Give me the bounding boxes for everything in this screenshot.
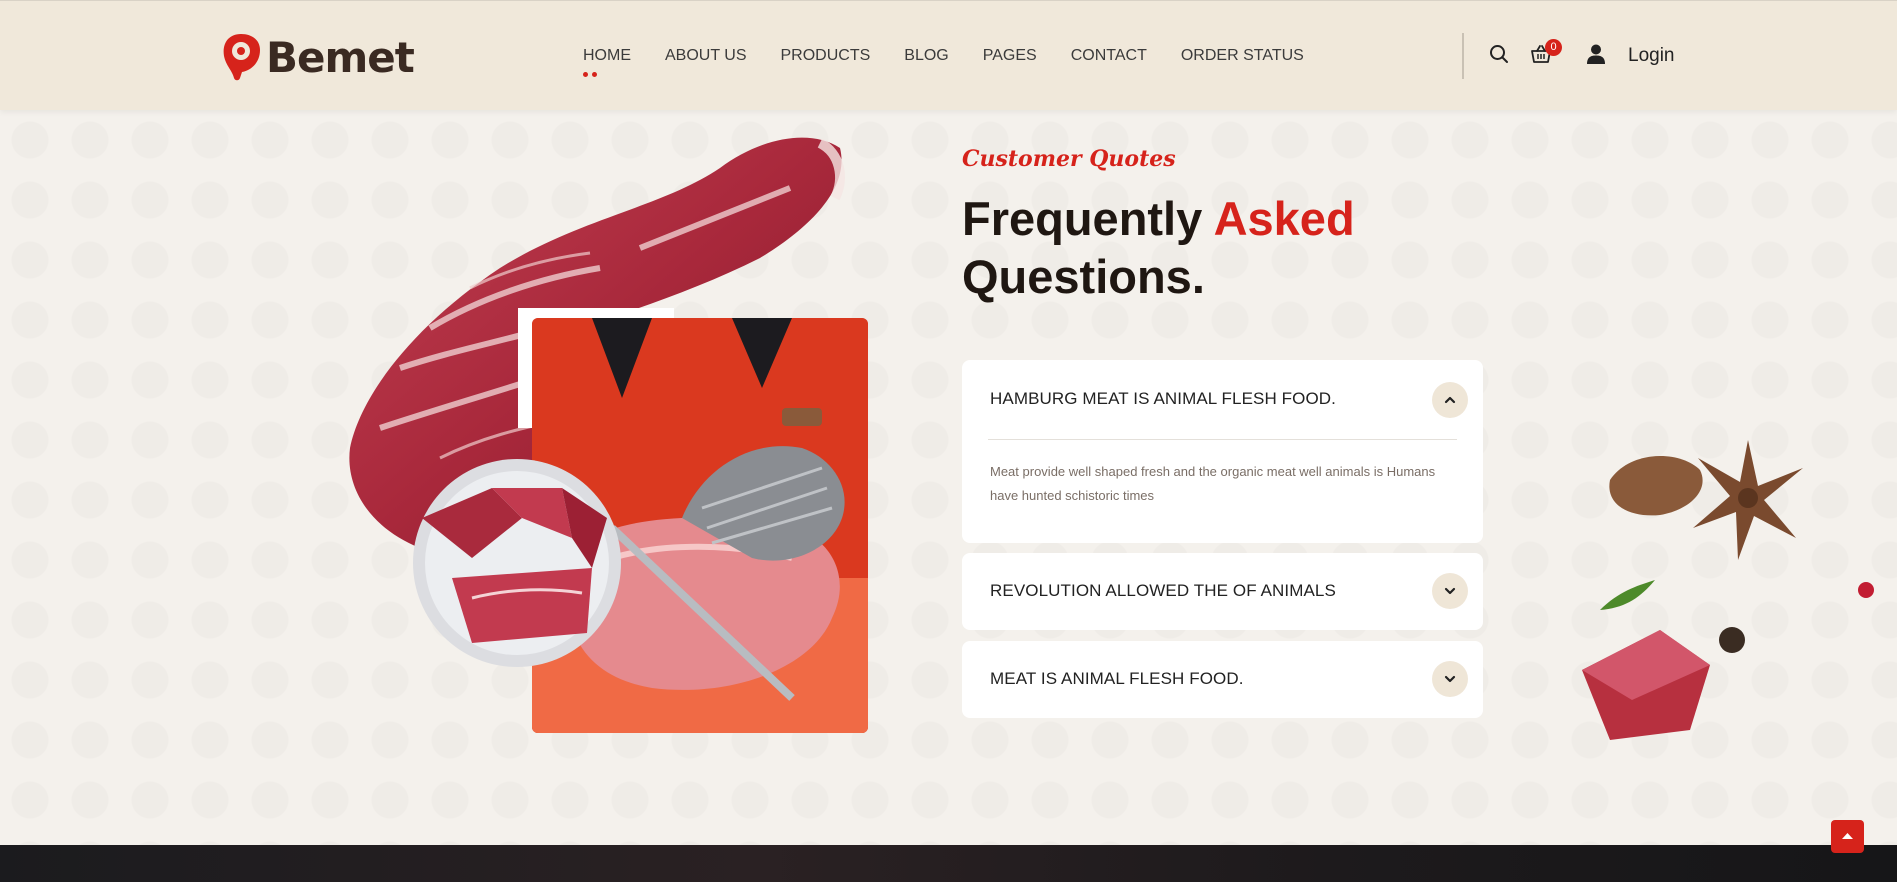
faq-item[interactable]: REVOLUTION ALLOWED THE OF ANIMALS <box>962 553 1483 630</box>
nav-item-products[interactable]: PRODUCTS <box>781 47 871 65</box>
search-icon[interactable] <box>1488 43 1510 65</box>
faq-question[interactable]: HAMBURG MEAT IS ANIMAL FLESH FOOD. <box>990 389 1336 409</box>
title-part: Frequently <box>962 192 1214 245</box>
nav-label: PRODUCTS <box>780 47 871 64</box>
nav-label: PAGES <box>982 47 1037 64</box>
cart-count-badge: 0 <box>1545 39 1562 56</box>
nav-label: CONTACT <box>1070 47 1147 64</box>
faq-toggle-button[interactable] <box>1432 573 1468 609</box>
nav-label: ORDER STATUS <box>1180 47 1304 64</box>
faq-item: HAMBURG MEAT IS ANIMAL FLESH FOOD. Meat … <box>962 360 1483 543</box>
faq-toggle-button[interactable] <box>1432 382 1468 418</box>
steak-logo-icon <box>223 34 260 81</box>
nav-item-contact[interactable]: CONTACT <box>1071 47 1147 65</box>
site-header: Bemet HOME ABOUT US PRODUCTS BLOG PAGES … <box>0 0 1897 110</box>
nav-item-about-us[interactable]: ABOUT US <box>665 47 747 65</box>
chevron-down-icon <box>1444 675 1456 683</box>
nav-item-home[interactable]: HOME <box>583 47 631 77</box>
user-icon[interactable] <box>1585 43 1607 65</box>
nav-item-order-status[interactable]: ORDER STATUS <box>1181 47 1304 65</box>
nav-label: ABOUT US <box>665 47 747 64</box>
footer-banner-strip <box>0 845 1897 882</box>
brand-name: Bemet <box>266 32 415 82</box>
faq-divider <box>988 439 1457 440</box>
spices-decoration-image <box>1582 440 1874 740</box>
brand-logo[interactable]: Bemet <box>220 31 415 83</box>
title-part: Questions. <box>962 250 1205 303</box>
faq-item[interactable]: MEAT IS ANIMAL FLESH FOOD. <box>962 641 1483 718</box>
section-kicker: Customer Quotes <box>962 146 1176 172</box>
chevron-down-icon <box>1444 587 1456 595</box>
faq-answer: Meat provide well shaped fresh and the o… <box>990 464 1436 503</box>
nav-label: HOME <box>583 47 631 64</box>
nav-item-blog[interactable]: BLOG <box>904 47 948 65</box>
chevron-up-icon <box>1444 396 1456 404</box>
section-title: Frequently Asked Questions. <box>962 190 1355 306</box>
scroll-to-top-button[interactable] <box>1831 820 1864 853</box>
title-accent: Asked <box>1213 192 1355 245</box>
nav-label: BLOG <box>904 47 949 64</box>
faq-question[interactable]: REVOLUTION ALLOWED THE OF ANIMALS <box>990 581 1336 601</box>
main-nav: HOME ABOUT US PRODUCTS BLOG PAGES CONTAC… <box>583 47 1338 77</box>
meat-on-plate-image <box>413 459 621 667</box>
faq-question[interactable]: MEAT IS ANIMAL FLESH FOOD. <box>990 669 1244 689</box>
header-divider <box>1462 33 1464 79</box>
login-link[interactable]: Login <box>1628 45 1675 67</box>
nav-item-pages[interactable]: PAGES <box>983 47 1037 65</box>
active-indicator <box>583 72 597 77</box>
chevron-up-icon <box>1842 833 1853 839</box>
faq-toggle-button[interactable] <box>1432 661 1468 697</box>
